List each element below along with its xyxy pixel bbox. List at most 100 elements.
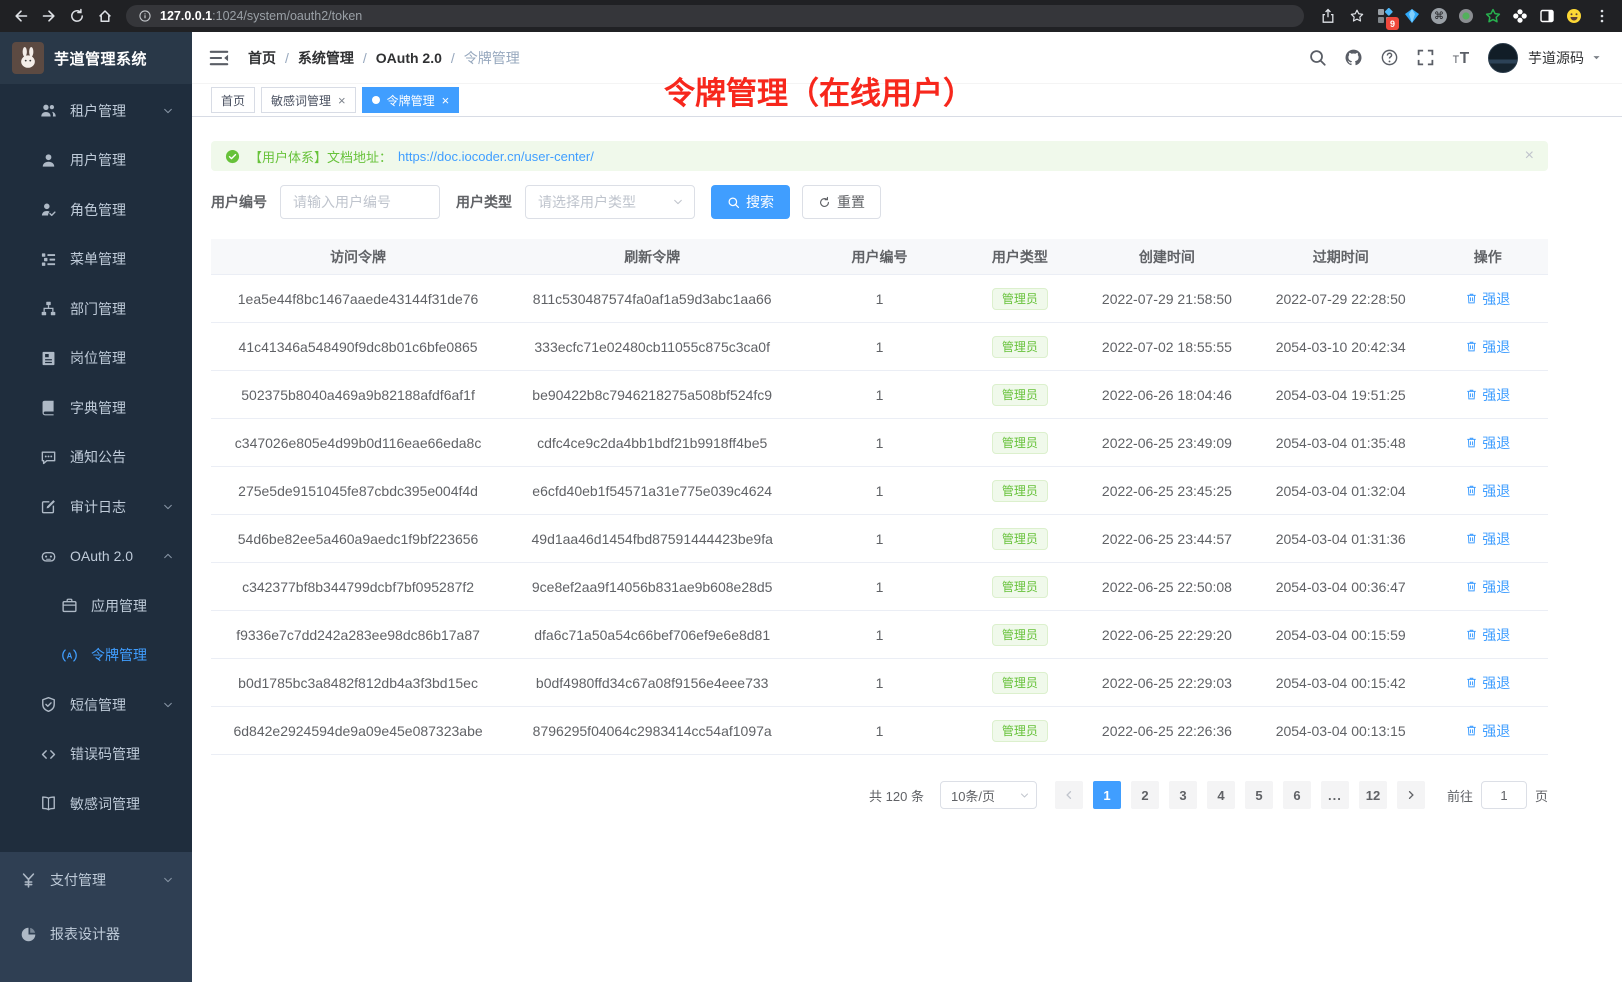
- tags-view: 首页敏感词管理×令牌管理×: [192, 84, 1622, 117]
- force-logout-button[interactable]: 强退: [1465, 289, 1510, 309]
- user-icon: [40, 152, 57, 169]
- url-path: :1024/system/oauth2/token: [212, 9, 362, 23]
- sidebar-item-audit[interactable]: 审计日志: [0, 482, 192, 532]
- sidebar-item-role[interactable]: 角色管理: [0, 185, 192, 235]
- trash-icon: [1465, 388, 1478, 401]
- browser-forward-icon[interactable]: [36, 3, 62, 29]
- user-id-input[interactable]: [280, 185, 440, 219]
- sidebar-item-error-code[interactable]: 错误码管理: [0, 730, 192, 780]
- browser-back-icon[interactable]: [8, 3, 34, 29]
- table-header-4: 创建时间: [1080, 247, 1254, 267]
- breadcrumb-item[interactable]: 首页: [248, 48, 276, 68]
- doc-link[interactable]: https://doc.iocoder.cn/user-center/: [398, 149, 594, 164]
- profile-emoji-icon[interactable]: [1563, 5, 1585, 27]
- sidebar-item-label: 岗位管理: [70, 348, 126, 368]
- sidebar-item-menu[interactable]: 菜单管理: [0, 235, 192, 285]
- force-logout-button[interactable]: 强退: [1465, 721, 1510, 741]
- role-icon: [40, 201, 57, 218]
- page-button-4[interactable]: 4: [1207, 781, 1235, 809]
- address-bar[interactable]: 127.0.0.1:1024/system/oauth2/token: [126, 5, 1304, 27]
- browser-reload-icon[interactable]: [64, 3, 90, 29]
- github-icon[interactable]: [1344, 48, 1363, 67]
- reset-button[interactable]: 重置: [802, 185, 881, 219]
- user-name[interactable]: 芋道源码: [1528, 48, 1584, 68]
- page-button-5[interactable]: 5: [1245, 781, 1273, 809]
- page-button-6[interactable]: 6: [1283, 781, 1311, 809]
- force-logout-button[interactable]: 强退: [1465, 529, 1510, 549]
- search-icon[interactable]: [1308, 48, 1327, 67]
- user-type-cell: 管理员: [960, 528, 1080, 550]
- extension-panel-icon[interactable]: [1536, 5, 1558, 27]
- extension-grid-icon[interactable]: 9: [1374, 5, 1396, 27]
- search-button[interactable]: 搜索: [711, 185, 790, 219]
- page-size-select[interactable]: 10条/页: [940, 781, 1037, 809]
- browser-home-icon[interactable]: [92, 3, 118, 29]
- page-button-3[interactable]: 3: [1169, 781, 1197, 809]
- breadcrumb-item[interactable]: OAuth 2.0: [376, 50, 442, 66]
- force-logout-button[interactable]: 强退: [1465, 433, 1510, 453]
- user-type-tag: 管理员: [992, 288, 1048, 310]
- sidebar-item-dept[interactable]: 部门管理: [0, 284, 192, 334]
- goto-page-input[interactable]: [1481, 781, 1527, 809]
- app-logo[interactable]: 芋道管理系统: [0, 32, 192, 84]
- extension-green-star-icon[interactable]: [1482, 5, 1504, 27]
- sidebar-item-report[interactable]: 报表设计器: [0, 907, 192, 961]
- prev-page-button[interactable]: [1055, 781, 1083, 809]
- access-token-cell: 1ea5e44f8bc1467aaede43144f31de76: [211, 291, 505, 307]
- force-logout-button[interactable]: 强退: [1465, 337, 1510, 357]
- user-type-select[interactable]: 请选择用户类型: [525, 185, 695, 219]
- next-page-button[interactable]: [1397, 781, 1425, 809]
- help-icon[interactable]: [1380, 48, 1399, 67]
- sidebar-item-oauth2[interactable]: OAuth 2.0: [0, 532, 192, 582]
- force-logout-button[interactable]: 强退: [1465, 577, 1510, 597]
- sidebar-item-sensitive-word[interactable]: 敏感词管理: [0, 779, 192, 829]
- force-logout-button[interactable]: 强退: [1465, 625, 1510, 645]
- bookmark-star-icon[interactable]: [1345, 4, 1369, 28]
- page-button-1[interactable]: 1: [1093, 781, 1121, 809]
- fullscreen-icon[interactable]: [1416, 48, 1435, 67]
- force-logout-button[interactable]: 强退: [1465, 673, 1510, 693]
- url-text: 127.0.0.1:1024/system/oauth2/token: [160, 9, 362, 23]
- user-type-cell: 管理员: [960, 624, 1080, 646]
- tab-home[interactable]: 首页: [211, 87, 255, 113]
- tab-token[interactable]: 令牌管理×: [362, 87, 460, 113]
- user-id-cell: 1: [799, 723, 959, 739]
- action-cell: 强退: [1428, 289, 1548, 309]
- breadcrumb: 首页/系统管理/OAuth 2.0/令牌管理: [248, 48, 520, 68]
- font-size-icon[interactable]: TT: [1452, 48, 1471, 67]
- close-icon[interactable]: ×: [338, 94, 346, 107]
- sidebar-item-tenant[interactable]: 租户管理: [0, 86, 192, 136]
- pay-icon: [20, 872, 37, 889]
- expire-time-cell: 2054-03-04 19:51:25: [1254, 387, 1428, 403]
- page-button-12[interactable]: 12: [1359, 781, 1387, 809]
- avatar[interactable]: [1488, 43, 1518, 73]
- page-button-...[interactable]: ...: [1321, 781, 1349, 809]
- sidebar-item-sms[interactable]: 短信管理: [0, 680, 192, 730]
- browser-menu-icon[interactable]: [1590, 4, 1614, 28]
- share-icon[interactable]: [1316, 4, 1340, 28]
- breadcrumb-item[interactable]: 系统管理: [298, 48, 354, 68]
- force-logout-button[interactable]: 强退: [1465, 385, 1510, 405]
- extension-pinwheel-icon[interactable]: [1509, 5, 1531, 27]
- extension-command-icon[interactable]: ⌘: [1428, 5, 1450, 27]
- sidebar-item-notice[interactable]: 通知公告: [0, 433, 192, 483]
- sidebar-item-user[interactable]: 用户管理: [0, 136, 192, 186]
- site-info-icon[interactable]: [138, 9, 152, 23]
- sidebar-item-oauth2-app[interactable]: 应用管理: [0, 581, 192, 631]
- extension-gem-icon[interactable]: [1401, 5, 1423, 27]
- tab-sensitive-word[interactable]: 敏感词管理×: [261, 87, 356, 113]
- close-icon[interactable]: ×: [442, 94, 450, 107]
- close-icon[interactable]: ×: [1525, 148, 1534, 164]
- user-id-cell: 1: [799, 291, 959, 307]
- page-button-2[interactable]: 2: [1131, 781, 1159, 809]
- sidebar-item-pay[interactable]: 支付管理: [0, 853, 192, 907]
- extension-record-icon[interactable]: [1455, 5, 1477, 27]
- sidebar-item-post[interactable]: 岗位管理: [0, 334, 192, 384]
- sidebar-item-dict[interactable]: 字典管理: [0, 383, 192, 433]
- chevron-down-icon[interactable]: [1591, 52, 1602, 63]
- access-token-cell: f9336e7c7dd242a283ee98dc86b17a87: [211, 627, 505, 643]
- sidebar-collapse-icon[interactable]: [208, 47, 230, 69]
- sidebar-item-oauth2-token[interactable]: A令牌管理: [0, 631, 192, 681]
- force-logout-button[interactable]: 强退: [1465, 481, 1510, 501]
- chevron-up-icon: [162, 550, 174, 562]
